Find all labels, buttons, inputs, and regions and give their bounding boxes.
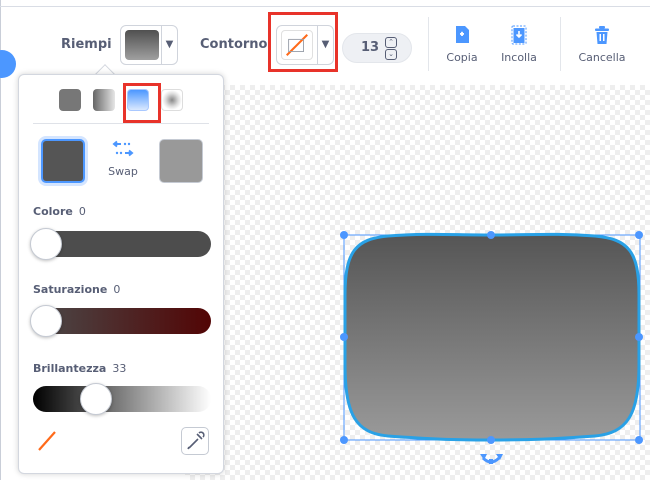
toolbar-divider xyxy=(428,17,429,71)
no-color-icon[interactable] xyxy=(33,427,61,455)
swap-label: Swap xyxy=(108,165,138,178)
fill-color-button[interactable]: ▼ xyxy=(120,25,178,65)
radial-gradient-icon[interactable] xyxy=(161,89,183,111)
saturation-slider-label: Saturazione 0 xyxy=(33,283,121,296)
rotate-handle-icon[interactable] xyxy=(480,454,503,464)
delete-button[interactable]: Cancella xyxy=(572,25,632,64)
canvas-svg xyxy=(340,231,643,464)
saturation-slider-handle[interactable] xyxy=(30,305,62,337)
toolbar-divider xyxy=(560,17,561,71)
paste-icon xyxy=(511,25,527,45)
solid-fill-icon[interactable] xyxy=(59,89,81,111)
copy-label: Copia xyxy=(446,51,478,64)
resize-handle xyxy=(340,436,348,444)
gradient-shape[interactable] xyxy=(343,232,641,442)
resize-handle xyxy=(635,436,643,444)
primary-color-swatch[interactable] xyxy=(41,139,85,183)
popover-divider xyxy=(33,123,209,124)
paint-editor: Riempi ▼ Contorno ▼ 13 ⌃ ⌄ Copia Incolla… xyxy=(0,0,650,480)
outline-highlight xyxy=(268,12,338,72)
paste-button[interactable]: Incolla xyxy=(489,25,549,64)
copy-icon xyxy=(456,26,469,43)
eyedropper-button[interactable] xyxy=(181,427,209,455)
resize-handle xyxy=(635,333,643,341)
hue-slider-label: Colore 0 xyxy=(33,205,86,218)
swap-button[interactable]: Swap xyxy=(103,139,143,178)
drawing-canvas[interactable] xyxy=(225,85,650,480)
resize-handle xyxy=(340,333,348,341)
paint-toolbar: Riempi ▼ Contorno ▼ 13 ⌃ ⌄ Copia Incolla… xyxy=(0,7,650,77)
chevron-down-icon: ▼ xyxy=(161,26,177,64)
resize-handle xyxy=(340,231,348,239)
increment-icon[interactable]: ⌃ xyxy=(385,37,397,48)
horizontal-gradient-icon[interactable] xyxy=(93,89,115,111)
copy-button[interactable]: Copia xyxy=(432,25,492,64)
eyedropper-icon xyxy=(187,431,205,450)
brightness-slider-label: Brillantezza 33 xyxy=(33,362,127,375)
fill-swatch xyxy=(125,30,159,60)
resize-handle xyxy=(487,436,495,444)
outline-width-value: 13 xyxy=(361,40,380,55)
swap-icon xyxy=(112,140,134,157)
outline-width-stepper[interactable]: 13 ⌃ ⌄ xyxy=(342,33,412,63)
gradient-highlight xyxy=(123,83,161,123)
resize-handle xyxy=(487,231,495,239)
paste-label: Incolla xyxy=(501,51,537,64)
trash-icon xyxy=(595,26,609,44)
resize-handle xyxy=(635,231,643,239)
brightness-slider-handle[interactable] xyxy=(80,383,113,415)
secondary-color-swatch[interactable] xyxy=(159,139,203,183)
hue-slider-handle[interactable] xyxy=(30,228,62,260)
fill-label: Riempi xyxy=(61,37,112,52)
delete-label: Cancella xyxy=(578,51,626,64)
decrement-icon[interactable]: ⌄ xyxy=(385,49,397,60)
brightness-slider[interactable] xyxy=(33,386,211,412)
fill-color-popover: Swap Colore 0 Saturazione 0 Brillantezza 33 xyxy=(18,74,224,474)
outline-label: Contorno xyxy=(200,37,268,52)
